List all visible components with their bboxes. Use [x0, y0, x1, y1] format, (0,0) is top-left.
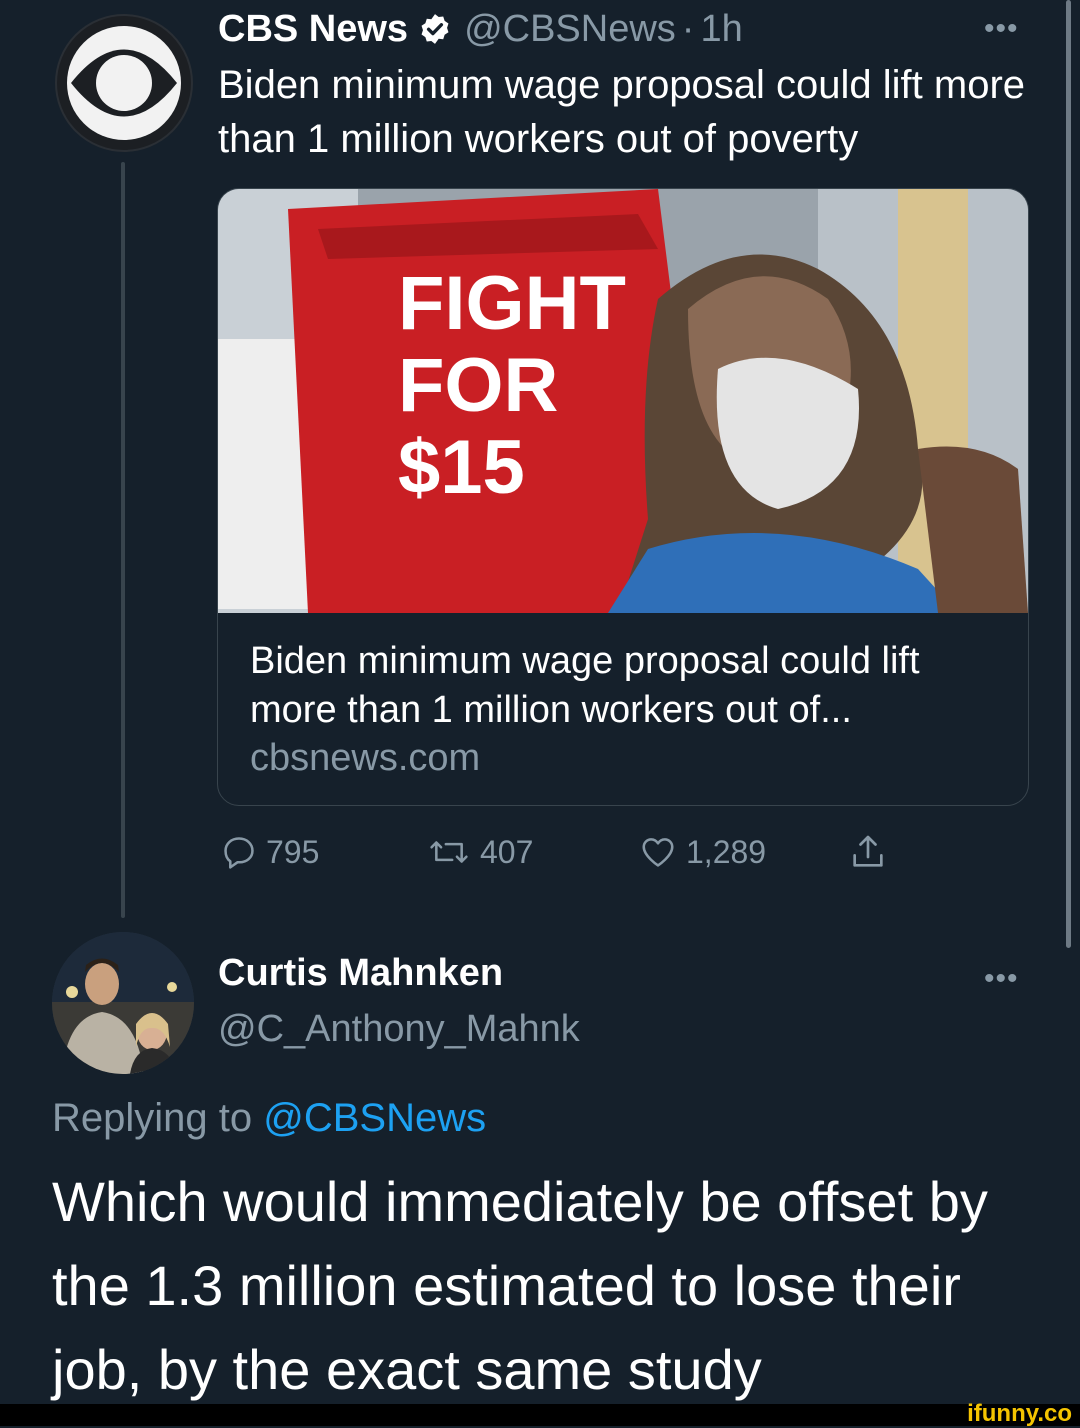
more-options-icon[interactable]: ••• [984, 12, 1019, 46]
reply-author-handle[interactable]: @C_Anthony_Mahnk [218, 1008, 580, 1051]
watermark-bar [0, 1404, 1080, 1426]
tweet-time[interactable]: 1h [700, 8, 742, 51]
share-action[interactable] [848, 830, 896, 874]
author-handle[interactable]: @CBSNews [464, 8, 676, 51]
user-avatar[interactable] [52, 932, 194, 1074]
share-icon [853, 835, 883, 867]
like-action[interactable]: 1,289 [638, 830, 766, 874]
reply-icon [224, 837, 254, 869]
like-count: 1,289 [686, 833, 767, 870]
protest-photo: FIGHT FOR $15 [218, 189, 1028, 613]
reply-more-options-icon[interactable]: ••• [984, 962, 1019, 996]
reply-count: 795 [266, 833, 320, 870]
replying-prefix: Replying to [52, 1096, 253, 1140]
retweet-action[interactable]: 407 [426, 830, 533, 874]
heart-icon [642, 838, 674, 867]
author-name[interactable]: CBS News [218, 8, 408, 51]
scrollbar[interactable] [1066, 0, 1071, 948]
tweet-text: Biden minimum wage proposal could lift m… [218, 63, 1026, 161]
replying-mention-link[interactable]: @CBSNews [263, 1096, 486, 1140]
reply-action[interactable]: 795 [220, 830, 319, 874]
thread-line [121, 162, 125, 918]
retweet-count: 407 [480, 833, 534, 870]
replying-to: Replying to @CBSNews [52, 1096, 486, 1141]
reply-author-name[interactable]: Curtis Mahnken [218, 952, 503, 995]
cbs-eye-logo-icon [67, 26, 181, 140]
link-card[interactable]: FIGHT FOR $15 Biden minimum wage proposal … [217, 188, 1029, 806]
card-title[interactable]: Biden minimum wage proposal could lift m… [250, 637, 1000, 735]
card-domain[interactable]: cbsnews.com [250, 737, 480, 780]
ifunny-watermark: ifunny.co [967, 1400, 1072, 1427]
user-photo [52, 932, 194, 1074]
tweet-header: CBS News @CBSNews · 1h [218, 4, 743, 54]
cbs-avatar[interactable] [55, 14, 193, 152]
dot-separator: · [681, 7, 695, 50]
retweet-icon [430, 841, 468, 863]
reply-text: Which would immediately be offset by the… [52, 1170, 988, 1401]
verified-badge-icon [418, 12, 452, 46]
